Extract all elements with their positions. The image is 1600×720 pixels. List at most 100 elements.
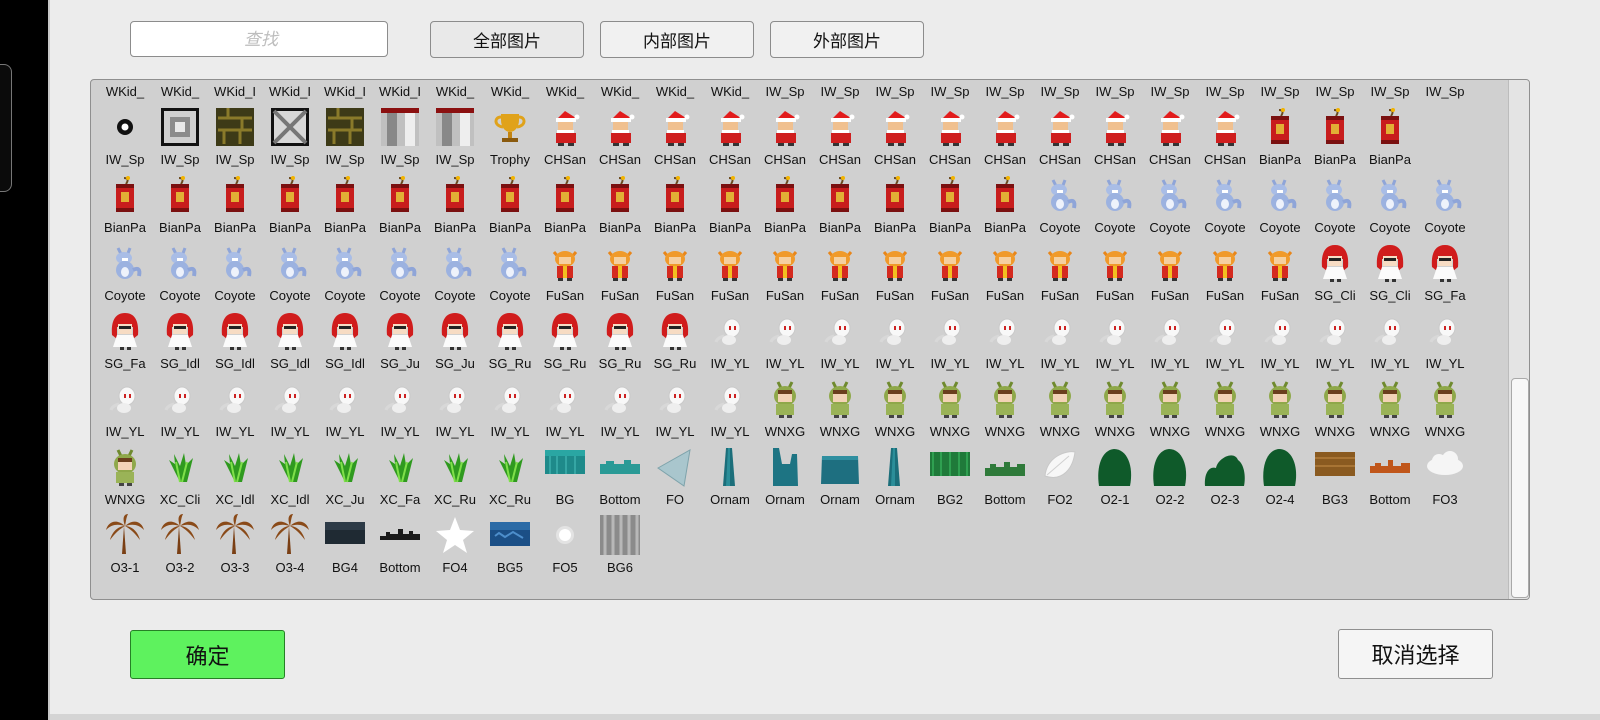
image-thumbnail-item[interactable]: IW_Sp xyxy=(207,102,262,170)
image-thumbnail-item[interactable]: SG_Cli xyxy=(1362,238,1417,306)
image-thumbnail-item[interactable]: Ornam xyxy=(757,442,812,510)
image-thumbnail-item[interactable]: WNXG xyxy=(977,374,1032,442)
side-drawer-handle[interactable] xyxy=(0,64,12,192)
image-thumbnail-item[interactable]: BianPa xyxy=(702,170,757,238)
image-thumbnail-item[interactable]: IW_YL xyxy=(207,374,262,442)
image-thumbnail-item[interactable]: BianPa xyxy=(1307,102,1362,170)
image-thumbnail-item[interactable]: WKid_ xyxy=(482,80,537,102)
image-thumbnail-item[interactable]: IW_Sp xyxy=(1417,80,1472,102)
image-thumbnail-item[interactable]: Coyote xyxy=(1252,170,1307,238)
image-thumbnail-item[interactable]: IW_YL xyxy=(812,306,867,374)
image-thumbnail-item[interactable]: IW_YL xyxy=(97,374,152,442)
image-thumbnail-item[interactable]: WNXG xyxy=(812,374,867,442)
image-thumbnail-item[interactable]: Coyote xyxy=(1362,170,1417,238)
image-thumbnail-item[interactable]: BianPa xyxy=(152,170,207,238)
image-thumbnail-item[interactable]: BG xyxy=(537,442,592,510)
image-thumbnail-item[interactable]: BG2 xyxy=(922,442,977,510)
image-thumbnail-item[interactable]: FO2 xyxy=(1032,442,1087,510)
image-thumbnail-item[interactable]: IW_YL xyxy=(262,374,317,442)
image-thumbnail-item[interactable]: SG_Ru xyxy=(592,306,647,374)
image-thumbnail-item[interactable]: WKid_I xyxy=(262,80,317,102)
image-thumbnail-item[interactable]: XC_Fa xyxy=(372,442,427,510)
image-thumbnail-item[interactable]: BianPa xyxy=(1252,102,1307,170)
image-thumbnail-item[interactable]: IW_Sp xyxy=(262,102,317,170)
image-thumbnail-item[interactable]: FuSan xyxy=(1087,238,1142,306)
image-thumbnail-item[interactable]: Bottom xyxy=(977,442,1032,510)
image-thumbnail-item[interactable]: WNXG xyxy=(922,374,977,442)
image-thumbnail-item[interactable]: WNXG xyxy=(1252,374,1307,442)
image-thumbnail-item[interactable]: BianPa xyxy=(812,170,867,238)
image-thumbnail-item[interactable]: WNXG xyxy=(1362,374,1417,442)
image-thumbnail-item[interactable]: CHSan xyxy=(1087,102,1142,170)
image-thumbnail-item[interactable]: CHSan xyxy=(537,102,592,170)
image-thumbnail-item[interactable]: IW_YL xyxy=(427,374,482,442)
grid-scrollbar-thumb[interactable] xyxy=(1511,378,1529,598)
image-thumbnail-item[interactable]: O2-2 xyxy=(1142,442,1197,510)
image-thumbnail-item[interactable]: IW_Sp xyxy=(427,102,482,170)
image-thumbnail-item[interactable]: IW_YL xyxy=(372,374,427,442)
image-thumbnail-item[interactable]: Bottom xyxy=(372,510,427,578)
image-thumbnail-item[interactable]: IW_YL xyxy=(537,374,592,442)
image-thumbnail-item[interactable]: BG5 xyxy=(482,510,537,578)
image-thumbnail-item[interactable]: WKid_I xyxy=(372,80,427,102)
image-thumbnail-item[interactable]: CHSan xyxy=(1197,102,1252,170)
image-thumbnail-item[interactable]: IW_YL xyxy=(1197,306,1252,374)
image-thumbnail-item[interactable]: IW_Sp xyxy=(1032,80,1087,102)
search-box[interactable] xyxy=(130,21,391,58)
image-thumbnail-item[interactable]: SG_Idl xyxy=(207,306,262,374)
image-thumbnail-item[interactable]: Coyote xyxy=(1307,170,1362,238)
image-thumbnail-item[interactable]: IW_YL xyxy=(702,374,757,442)
image-thumbnail-item[interactable]: IW_YL xyxy=(757,306,812,374)
image-thumbnail-item[interactable]: IW_YL xyxy=(647,374,702,442)
image-thumbnail-item[interactable]: BG6 xyxy=(592,510,647,578)
image-thumbnail-item[interactable]: Coyote xyxy=(1142,170,1197,238)
filter-all-images-button[interactable]: 全部图片 xyxy=(430,21,584,58)
image-thumbnail-item[interactable]: CHSan xyxy=(977,102,1032,170)
image-thumbnail-item[interactable]: Coyote xyxy=(1417,170,1472,238)
image-thumbnail-item[interactable]: XC_Cli xyxy=(152,442,207,510)
image-thumbnail-item[interactable]: O3-3 xyxy=(207,510,262,578)
image-thumbnail-item[interactable]: SG_Fa xyxy=(1417,238,1472,306)
image-thumbnail-item[interactable]: SG_Ju xyxy=(372,306,427,374)
image-thumbnail-item[interactable]: IW_YL xyxy=(482,374,537,442)
image-thumbnail-item[interactable]: Trophy xyxy=(482,102,537,170)
image-thumbnail-item[interactable]: WNXG xyxy=(757,374,812,442)
image-thumbnail-item[interactable]: IW_YL xyxy=(1362,306,1417,374)
image-thumbnail-item[interactable]: IW_Sp xyxy=(977,80,1032,102)
image-thumbnail-item[interactable]: BianPa xyxy=(592,170,647,238)
image-thumbnail-item[interactable]: BianPa xyxy=(262,170,317,238)
image-thumbnail-item[interactable]: O3-1 xyxy=(97,510,152,578)
image-thumbnail-item[interactable]: FuSan xyxy=(702,238,757,306)
image-thumbnail-item[interactable]: BianPa xyxy=(372,170,427,238)
image-thumbnail-item[interactable]: FuSan xyxy=(867,238,922,306)
image-thumbnail-item[interactable]: BianPa xyxy=(207,170,262,238)
image-thumbnail-item[interactable]: CHSan xyxy=(757,102,812,170)
image-thumbnail-item[interactable]: IW_YL xyxy=(1252,306,1307,374)
image-thumbnail-item[interactable]: IW_YL xyxy=(152,374,207,442)
grid-scrollbar[interactable] xyxy=(1508,80,1529,599)
image-thumbnail-item[interactable]: CHSan xyxy=(867,102,922,170)
image-thumbnail-item[interactable]: IW_Sp xyxy=(1362,80,1417,102)
image-thumbnail-item[interactable]: IW_Sp xyxy=(1252,80,1307,102)
image-thumbnail-item[interactable]: BianPa xyxy=(867,170,922,238)
image-thumbnail-item[interactable]: IW_YL xyxy=(922,306,977,374)
image-thumbnail-item[interactable]: WNXG xyxy=(97,442,152,510)
image-thumbnail-item[interactable]: Bottom xyxy=(592,442,647,510)
image-thumbnail-item[interactable]: BianPa xyxy=(427,170,482,238)
image-thumbnail-item[interactable]: IW_YL xyxy=(1307,306,1362,374)
image-thumbnail-item[interactable]: IW_YL xyxy=(867,306,922,374)
image-thumbnail-item[interactable]: BianPa xyxy=(757,170,812,238)
image-thumbnail-item[interactable]: WNXG xyxy=(1142,374,1197,442)
image-thumbnail-item[interactable]: XC_Ru xyxy=(427,442,482,510)
image-thumbnail-item[interactable]: Ornam xyxy=(702,442,757,510)
image-thumbnail-item[interactable]: FO3 xyxy=(1417,442,1472,510)
image-thumbnail-item[interactable]: IW_Sp xyxy=(1307,80,1362,102)
image-thumbnail-item[interactable]: IW_Sp xyxy=(372,102,427,170)
image-thumbnail-item[interactable]: XC_Ru xyxy=(482,442,537,510)
image-thumbnail-item[interactable]: SG_Ru xyxy=(647,306,702,374)
image-thumbnail-item[interactable]: XC_Ju xyxy=(317,442,372,510)
image-thumbnail-item[interactable]: CHSan xyxy=(647,102,702,170)
image-thumbnail-item[interactable]: Coyote xyxy=(372,238,427,306)
image-thumbnail-item[interactable]: BianPa xyxy=(647,170,702,238)
image-thumbnail-item[interactable]: O3-2 xyxy=(152,510,207,578)
